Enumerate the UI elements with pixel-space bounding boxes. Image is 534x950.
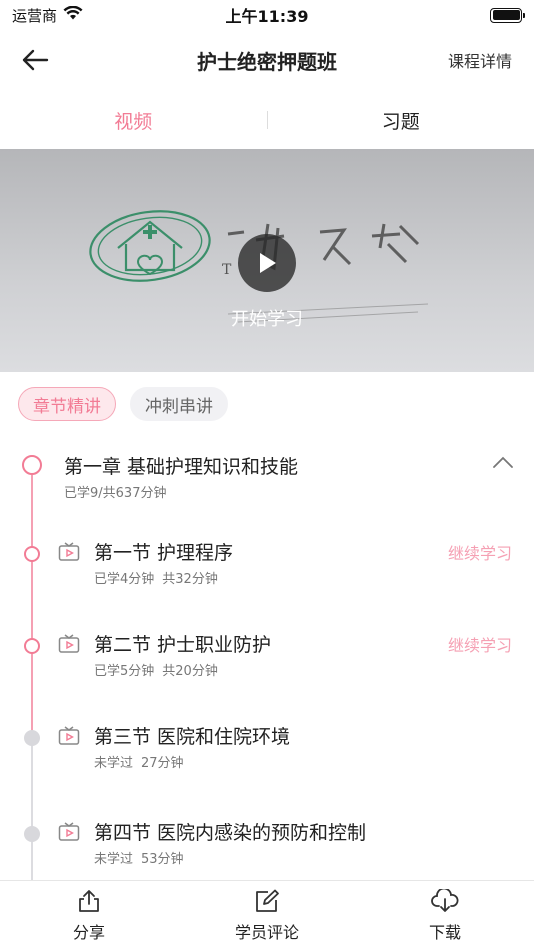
share-label: 分享 [72,922,105,942]
video-icon [58,726,80,750]
back-arrow-icon [22,49,49,71]
watermark-t: T [222,262,232,278]
review-button[interactable]: 学员评论 [178,881,356,950]
continue-learning-button[interactable]: 继续学习 [448,632,512,656]
back-button[interactable] [18,44,52,76]
chip-chapter-lectures[interactable]: 章节精讲 [18,387,116,421]
section-learned: 已学4分钟 [94,572,155,587]
bottom-toolbar: 分享 学员评论 下载 [0,880,534,950]
section-total: 共32分钟 [162,572,218,587]
share-icon [79,889,99,912]
continue-learning-button[interactable]: 继续学习 [448,540,512,564]
chip-sprint-review[interactable]: 冲刺串讲 [130,387,228,421]
video-icon [58,634,80,658]
status-bar: 运营商 上午11:39 [0,0,534,30]
progress-dot [24,826,40,842]
chapter-progress: 已学9/共637分钟 [64,486,167,501]
progress-dot [24,730,40,746]
section-learned: 未学过 [94,852,134,867]
chapter-title[interactable]: 第一章 基础护理知识和技能 [64,452,298,479]
nav-bar: 护士绝密押题班 课程详情 [0,30,534,90]
status-left: 运营商 [12,5,83,26]
section-title: 第四节 医院内感染的预防和控制 [94,822,367,844]
section-learned: 未学过 [94,756,134,771]
download-button[interactable]: 下载 [356,881,534,950]
video-icon [58,542,80,566]
list-item-section-3[interactable]: 第三节 医院和住院环境 未学过 27分钟 [0,712,534,792]
section-meta: 已学4分钟 共32分钟 [94,568,218,587]
tab-exercises[interactable]: 习题 [268,107,534,134]
cloud-download-icon [431,888,459,912]
wifi-icon [63,5,83,24]
section-title: 第二节 护士职业防护 [94,634,272,656]
review-label: 学员评论 [234,922,299,942]
list-item-section-4[interactable]: 第四节 医院内感染的预防和控制 未学过 53分钟 [0,808,534,888]
start-learning-label[interactable]: 开始学习 [0,305,534,331]
chevron-up-icon[interactable] [492,454,514,473]
progress-dot [24,638,40,654]
section-title: 第三节 医院和住院环境 [94,726,291,748]
section-learned: 已学5分钟 [94,664,155,679]
tab-bar: 视频 习题 [0,100,534,140]
progress-dot [24,546,40,562]
tab-video[interactable]: 视频 [0,107,267,134]
section-meta: 已学5分钟 共20分钟 [94,660,218,679]
section-meta: 未学过 27分钟 [94,752,184,771]
download-label: 下载 [428,922,461,942]
section-total: 27分钟 [141,756,184,771]
list-item-section-2[interactable]: 第二节 护士职业防护 已学5分钟 共20分钟 继续学习 [0,620,534,700]
course-detail-button[interactable]: 课程详情 [448,48,512,72]
edit-icon [256,889,279,912]
video-icon [58,822,80,846]
section-total: 53分钟 [141,852,184,867]
battery-icon [490,7,525,23]
section-total: 共20分钟 [162,664,218,679]
chapter-timeline: 第一章 基础护理知识和技能 已学9/共637分钟 第一节 护理程序 已学4分钟共… [0,440,534,880]
chapter-dot [22,455,42,475]
chip-group: 章节精讲 冲刺串讲 [18,387,228,421]
list-item-section-1[interactable]: 第一节 护理程序 已学4分钟 共32分钟 继续学习 [0,528,534,608]
section-meta: 未学过 53分钟 [94,848,184,867]
play-icon [260,253,276,273]
section-title: 第一节 护理程序 [94,542,234,564]
share-button[interactable]: 分享 [0,881,178,950]
video-player[interactable]: T 开始学习 [0,149,534,372]
play-button[interactable] [238,234,296,292]
carrier-label: 运营商 [12,6,58,25]
